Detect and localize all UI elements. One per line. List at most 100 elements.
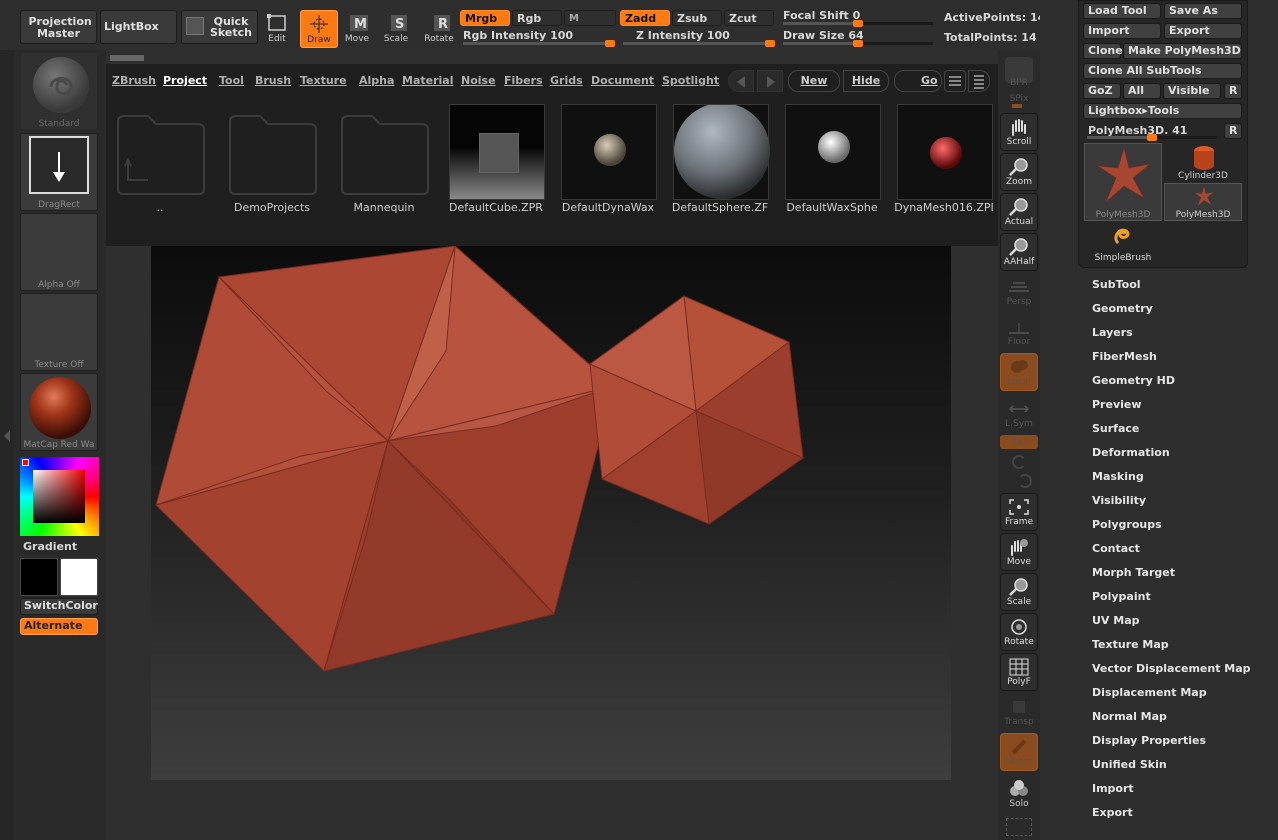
lsym-button[interactable]: L.Sym [1000,395,1038,433]
rotate-axis-icon-2[interactable] [1018,474,1032,488]
subpalette-layers[interactable]: Layers [1092,326,1133,339]
zadd-toggle[interactable]: Zadd [620,10,670,26]
local-button[interactable]: Local [1000,353,1038,391]
lightbox-tab-fibers[interactable]: Fibers [504,74,543,87]
subpalette-preview[interactable]: Preview [1092,398,1142,411]
mrgb-toggle[interactable]: Mrgb [460,10,510,26]
move-tool-button[interactable]: M Move [338,10,376,48]
xpose-icon[interactable] [1006,818,1032,836]
left-collapse-arrow[interactable] [4,430,10,442]
z-intensity-slider[interactable]: Z Intensity 100 [636,29,730,42]
file-thumbnail[interactable] [897,104,993,200]
lightbox-button[interactable]: LightBox [100,10,177,44]
current-tool-r-button[interactable]: R [1224,123,1242,139]
draw-size-knob[interactable] [853,40,863,47]
draw-size-track[interactable] [783,40,933,47]
persp-button[interactable]: Persp [1000,273,1038,311]
lightbox-tab-spotlight[interactable]: Spotlight [662,74,719,87]
solo-button[interactable]: Solo [1000,775,1038,813]
frame-button[interactable]: Frame [1000,493,1038,531]
transp-button[interactable]: Transp [1000,693,1038,731]
current-tool-knob[interactable] [1147,134,1157,141]
lightbox-tab-project[interactable]: Project [163,74,207,87]
scale-view-button[interactable]: Scale [1000,573,1038,611]
subpalette-subtool[interactable]: SubTool [1092,278,1141,291]
actual-button[interactable]: Actual [1000,193,1038,231]
dragrect-stroke-button[interactable]: DragRect [20,133,98,211]
lightbox-go-field[interactable]: Go [894,70,942,92]
quick-sketch-button[interactable]: Quick Sketch [181,10,258,44]
material-button[interactable]: MatCap Red Wa [20,373,98,451]
lightbox-tab-tool[interactable]: Tool [219,74,244,87]
spix-slider[interactable]: SPix [1000,94,1038,108]
scroll-button[interactable]: Scroll [1000,113,1038,151]
focal-shift-knob[interactable] [853,20,863,27]
subpalette-surface[interactable]: Surface [1092,422,1139,435]
subpalette-masking[interactable]: Masking [1092,470,1144,483]
clone-button[interactable]: Clone [1083,43,1123,59]
rgb-intensity-track[interactable] [463,40,615,47]
projection-master-button[interactable]: Projection Master [20,10,97,44]
goz-visible-button[interactable]: Visible [1163,83,1221,99]
lightbox-tab-alpha[interactable]: Alpha [359,74,394,87]
rotate-view-button[interactable]: Rotate [1000,613,1038,651]
subpalette-uv-map[interactable]: UV Map [1092,614,1140,627]
xyz-button[interactable]: Xyz [1000,435,1038,449]
texture-button[interactable]: Texture Off [20,293,98,371]
subpalette-unified-skin[interactable]: Unified Skin [1092,758,1167,771]
lightbox-tab-document[interactable]: Document [591,74,654,87]
subpalette-normal-map[interactable]: Normal Map [1092,710,1167,723]
subpalette-displacement-map[interactable]: Displacement Map [1092,686,1207,699]
file-thumbnail[interactable] [449,104,545,200]
subpalette-import[interactable]: Import [1092,782,1134,795]
draw-size-slider[interactable]: Draw Size 64 [783,29,864,42]
tool-thumb-cylinder[interactable]: Cylinder3D [1164,143,1242,181]
tool-thumb-polymesh[interactable]: PolyMesh3D [1084,143,1162,221]
rgb-toggle[interactable]: Rgb [512,10,562,26]
subpalette-export[interactable]: Export [1092,806,1133,819]
subpalette-vector-displacement-map[interactable]: Vector Displacement Map [1092,662,1251,675]
z-intensity-knob[interactable] [765,40,775,47]
lightbox-tab-grids[interactable]: Grids [550,74,583,87]
goz-button[interactable]: GoZ [1083,83,1121,99]
m-toggle[interactable]: M [564,10,616,26]
file-thumbnail[interactable] [673,103,770,200]
ghost-button[interactable]: Ghost [1000,733,1038,771]
alpha-button[interactable]: Alpha Off [20,213,98,291]
subpalette-visibility[interactable]: Visibility [1092,494,1146,507]
document-scroll-indicator[interactable] [110,55,144,61]
subpalette-morph-target[interactable]: Morph Target [1092,566,1175,579]
lightbox-tab-noise[interactable]: Noise [461,74,496,87]
gradient-label[interactable]: Gradient [23,540,77,553]
subpalette-geometry-hd[interactable]: Geometry HD [1092,374,1175,387]
rotate-axis-icon[interactable] [1012,455,1026,469]
color-picker[interactable] [20,457,99,536]
file-thumbnail[interactable] [785,104,881,200]
spix-knob[interactable] [1012,104,1022,108]
z-intensity-track[interactable] [623,40,775,47]
color-picker-square[interactable] [33,470,85,523]
rgb-intensity-knob[interactable] [605,40,615,47]
rgb-intensity-slider[interactable]: Rgb Intensity 100 [463,29,573,42]
lightbox-tab-brush[interactable]: Brush [255,74,291,87]
secondary-color-swatch[interactable] [60,558,98,596]
subpalette-display-properties[interactable]: Display Properties [1092,734,1206,747]
focal-shift-track[interactable] [783,20,933,27]
lightbox-tab-material[interactable]: Material [402,74,453,87]
scale-tool-button[interactable]: S Scale [377,10,415,48]
zcut-toggle[interactable]: Zcut [724,10,774,26]
bpr-button[interactable]: BPR [1000,53,1038,91]
tool-thumb-simplebrush[interactable]: SimpleBrush [1084,223,1162,263]
current-tool-slider[interactable]: PolyMesh3D. 41 [1083,123,1221,141]
zoom-button[interactable]: Zoom [1000,153,1038,191]
lightbox-tab-texture[interactable]: Texture [300,74,347,87]
subpalette-geometry[interactable]: Geometry [1092,302,1153,315]
lightbox-tools-button[interactable]: Lightbox▸Tools [1083,103,1242,119]
lightbox-options-button[interactable] [968,70,990,92]
load-tool-button[interactable]: Load Tool [1083,3,1161,19]
goz-all-button[interactable]: All [1123,83,1161,99]
main-color-swatch[interactable] [20,558,58,596]
subpalette-texture-map[interactable]: Texture Map [1092,638,1169,651]
clone-all-subtools-button[interactable]: Clone All SubTools [1083,63,1242,79]
standard-brush-button[interactable]: Standard [20,52,98,130]
